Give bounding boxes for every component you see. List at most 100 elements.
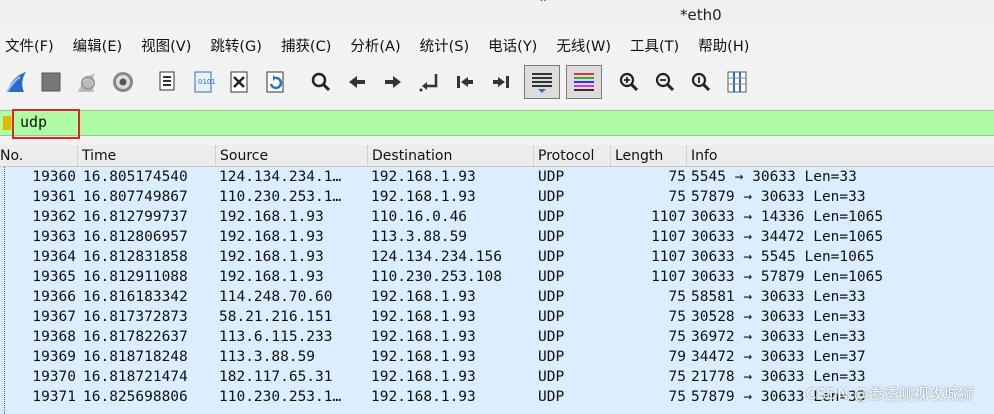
filter-highlight-box xyxy=(12,109,80,139)
stop-square-icon[interactable] xyxy=(36,66,66,98)
cell-info: 30633 → 57879 Len=1065 xyxy=(691,269,884,285)
cell-source: 124.134.234.1… xyxy=(219,169,342,185)
cell-time: 16.818721474 xyxy=(83,369,188,385)
column-protocol[interactable]: Protocol xyxy=(534,145,611,167)
open-file-icon[interactable] xyxy=(152,66,182,98)
filter-bookmark-icon[interactable] xyxy=(3,116,11,130)
cell-length: 75 xyxy=(668,189,686,205)
table-row[interactable]: 19361 16.807749867 110.230.253.1… 192.168.1… xyxy=(0,187,994,207)
menu-item[interactable]: 分析(A) xyxy=(350,34,400,60)
cell-no: 19362 xyxy=(32,209,76,225)
cell-protocol: UDP xyxy=(538,369,565,385)
menu-item[interactable]: 文件(F) xyxy=(5,34,54,60)
cell-source: 114.248.70.60 xyxy=(219,289,333,305)
cell-time: 16.825698806 xyxy=(83,389,188,405)
column-info[interactable]: Info xyxy=(687,145,994,167)
menu-item[interactable]: 捕获(C) xyxy=(281,34,331,60)
cell-protocol: UDP xyxy=(538,269,565,285)
cell-destination: 124.134.234.156 xyxy=(371,249,502,265)
cell-length: 75 xyxy=(668,169,686,185)
svg-text:0101: 0101 xyxy=(198,78,216,86)
menu-item[interactable]: 视图(V) xyxy=(141,34,191,60)
title-bar: ⌃ *eth0 xyxy=(0,0,994,30)
cell-source: 110.230.253.1… xyxy=(219,389,342,405)
cell-no: 19360 xyxy=(32,169,76,185)
cell-no: 19366 xyxy=(32,289,76,305)
cell-source: 110.230.253.1… xyxy=(219,189,342,205)
column-destination[interactable]: Destination xyxy=(368,145,534,167)
capture-options-gear-icon[interactable] xyxy=(108,66,138,98)
table-row[interactable]: 19363 16.812806957 192.168.1.93 113.3.88.59… xyxy=(0,227,994,247)
resize-columns-icon[interactable] xyxy=(722,66,752,98)
packet-list-header: No. Time Source Destination Protocol Len… xyxy=(0,145,994,167)
table-row[interactable]: 19367 16.817372873 58.21.216.151 192.168.1.… xyxy=(0,307,994,327)
shark-fin-start-icon[interactable] xyxy=(2,66,32,98)
cell-destination: 192.168.1.93 xyxy=(371,189,476,205)
find-packet-search-icon[interactable] xyxy=(306,66,336,98)
cell-time: 16.812831858 xyxy=(83,249,188,265)
cell-protocol: UDP xyxy=(538,249,565,265)
cell-no: 19365 xyxy=(32,269,76,285)
menu-item[interactable]: 编辑(E) xyxy=(73,34,122,60)
cell-length: 75 xyxy=(668,329,686,345)
cell-length: 1107 xyxy=(651,209,686,225)
cell-time: 16.812799737 xyxy=(83,209,188,225)
table-row[interactable]: 19365 16.812911088 192.168.1.93 110.230.253… xyxy=(0,267,994,287)
cell-protocol: UDP xyxy=(538,209,565,225)
menu-item[interactable]: 工具(T) xyxy=(630,34,679,60)
menu-item[interactable]: 统计(S) xyxy=(420,34,470,60)
cell-info: 30633 → 34472 Len=1065 xyxy=(691,229,884,245)
cell-length: 1107 xyxy=(651,249,686,265)
cell-no: 19368 xyxy=(32,329,76,345)
column-no[interactable]: No. xyxy=(0,145,78,167)
table-row[interactable]: 19368 16.817822637 113.6.115.233 192.168.1.… xyxy=(0,327,994,347)
cell-source: 192.168.1.93 xyxy=(219,249,324,265)
cell-length: 1107 xyxy=(651,269,686,285)
auto-scroll-icon[interactable] xyxy=(524,65,560,99)
cell-destination: 192.168.1.93 xyxy=(371,329,476,345)
go-last-packet-icon[interactable] xyxy=(486,66,516,98)
menu-item[interactable]: 无线(W) xyxy=(556,34,611,60)
cell-no: 19367 xyxy=(32,309,76,325)
table-row[interactable]: 19366 16.816183342 114.248.70.60 192.168.1.… xyxy=(0,287,994,307)
column-length[interactable]: Length xyxy=(611,145,687,167)
go-to-packet-icon[interactable] xyxy=(414,66,444,98)
go-first-packet-icon[interactable] xyxy=(450,66,480,98)
zoom-out-icon[interactable] xyxy=(650,66,680,98)
zoom-normal-icon[interactable] xyxy=(686,66,716,98)
cell-source: 58.21.216.151 xyxy=(219,309,333,325)
zoom-in-icon[interactable] xyxy=(614,66,644,98)
reload-file-icon[interactable] xyxy=(260,66,290,98)
restart-capture-icon[interactable] xyxy=(72,66,102,98)
cell-destination: 192.168.1.93 xyxy=(371,349,476,365)
cell-length: 79 xyxy=(668,349,686,365)
column-time[interactable]: Time xyxy=(78,145,216,167)
go-forward-arrow-icon[interactable] xyxy=(378,66,408,98)
cell-length: 75 xyxy=(668,389,686,405)
cell-protocol: UDP xyxy=(538,289,565,305)
go-back-arrow-icon[interactable] xyxy=(342,66,372,98)
column-source[interactable]: Source xyxy=(216,145,368,167)
cell-protocol: UDP xyxy=(538,189,565,205)
menu-item[interactable]: 帮助(H) xyxy=(698,34,749,60)
cell-no: 19364 xyxy=(32,249,76,265)
watermark: CSDN @渗透侧视攻城狮 xyxy=(806,385,974,403)
save-file-icon[interactable]: 0101 xyxy=(188,66,218,98)
cell-time: 16.816183342 xyxy=(83,289,188,305)
table-row[interactable]: 19360 16.805174540 124.134.234.1… 192.168.1… xyxy=(0,167,994,187)
close-file-icon[interactable] xyxy=(224,66,254,98)
cell-time: 16.818718248 xyxy=(83,349,188,365)
packet-list: 19360 16.805174540 124.134.234.1… 192.168.1… xyxy=(0,167,994,414)
cell-no: 19370 xyxy=(32,369,76,385)
display-filter-bar xyxy=(0,110,994,136)
menu-item[interactable]: 电话(Y) xyxy=(488,34,537,60)
table-row[interactable]: 19369 16.818718248 113.3.88.59 192.168.1.93… xyxy=(0,347,994,367)
table-row[interactable]: 19362 16.812799737 192.168.1.93 110.16.0.46… xyxy=(0,207,994,227)
cell-destination: 113.3.88.59 xyxy=(371,229,468,245)
table-row[interactable]: 19364 16.812831858 192.168.1.93 124.134.234… xyxy=(0,247,994,267)
colorize-icon[interactable] xyxy=(566,65,602,99)
window-title: *eth0 xyxy=(680,6,722,24)
menu-item[interactable]: 跳转(G) xyxy=(210,34,262,60)
cell-destination: 110.230.253.108 xyxy=(371,269,502,285)
cell-protocol: UDP xyxy=(538,329,565,345)
